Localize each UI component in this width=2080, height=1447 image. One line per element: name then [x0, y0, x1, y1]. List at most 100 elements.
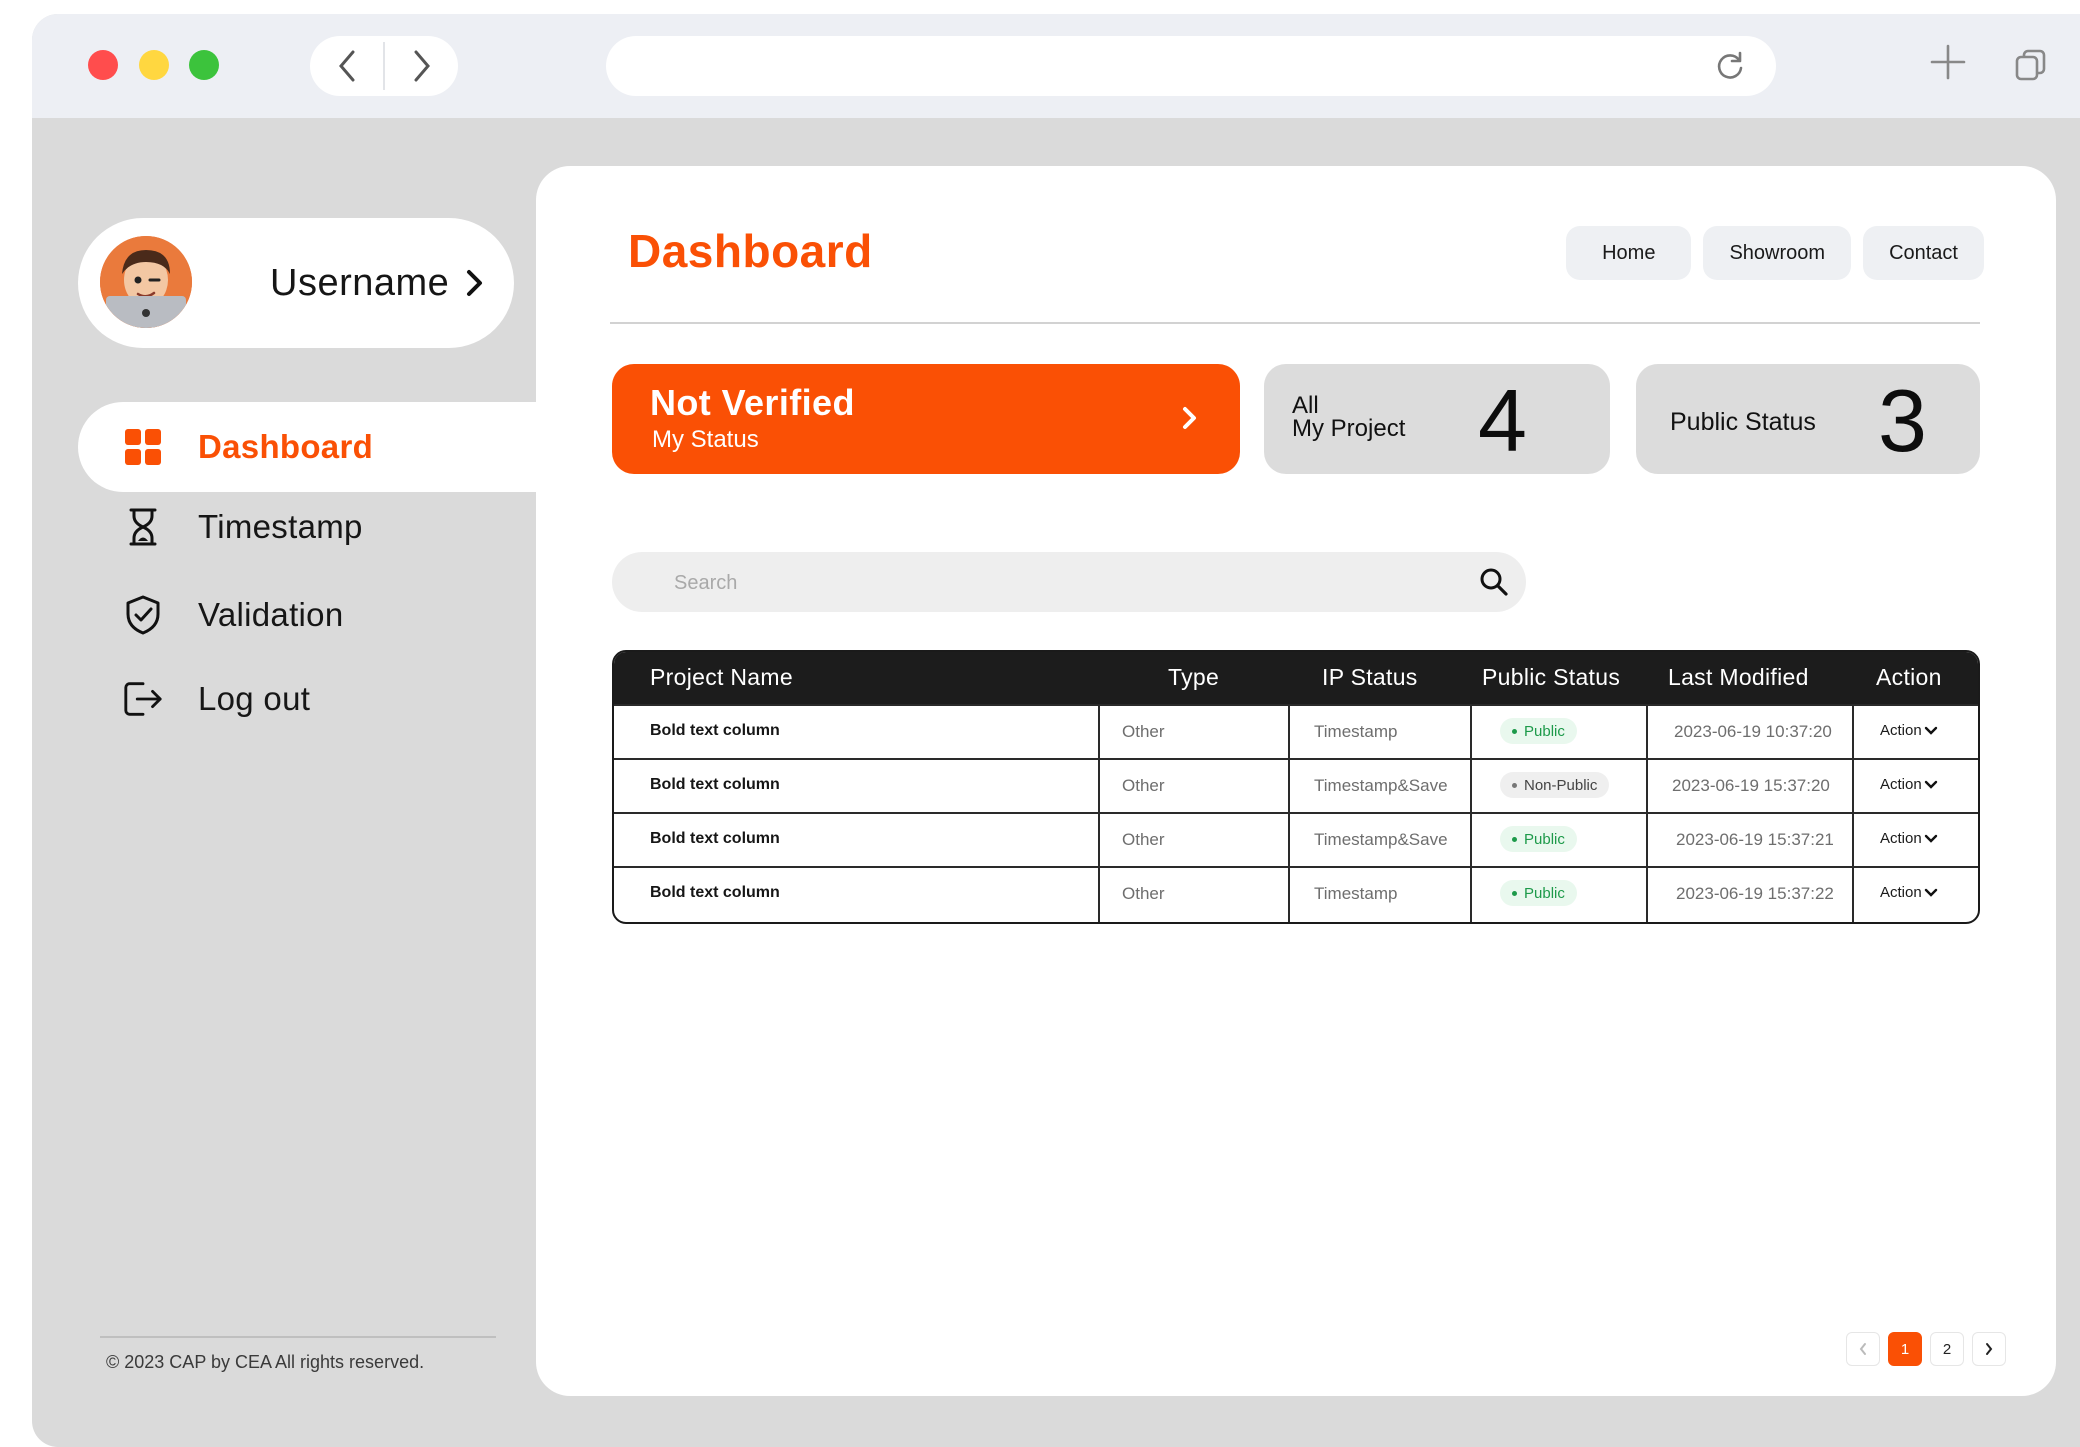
project-count-card[interactable]: All My Project 4 [1264, 364, 1610, 474]
cell-project-name: Bold text column [650, 776, 780, 793]
cell-project-name: Bold text column [650, 830, 780, 847]
reload-button[interactable] [1714, 50, 1746, 87]
status-subtitle: My Status [652, 426, 759, 453]
status-badge: Public [1500, 880, 1577, 906]
action-dropdown[interactable]: Action [1880, 722, 1938, 739]
chevron-right-icon [464, 268, 486, 303]
project-count-label-line2: My Project [1292, 415, 1406, 442]
nav-showroom-button[interactable]: Showroom [1703, 226, 1852, 280]
table-row[interactable]: Bold text column Other Timestamp Public … [614, 704, 1978, 758]
public-status-value: 3 [1878, 371, 1927, 470]
shield-check-icon [122, 594, 164, 636]
cell-type: Other [1122, 884, 1165, 903]
action-dropdown[interactable]: Action [1880, 830, 1938, 847]
cell-type: Other [1122, 722, 1165, 741]
avatar [100, 236, 192, 328]
column-header-public-status[interactable]: Public Status [1482, 664, 1620, 691]
pagination: 1 2 [1846, 1332, 2006, 1366]
public-status-card[interactable]: Public Status 3 [1636, 364, 1980, 474]
hourglass-icon [122, 506, 164, 548]
page-title: Dashboard [628, 225, 873, 277]
chevron-left-icon [338, 50, 354, 82]
nav-home-button[interactable]: Home [1566, 226, 1692, 280]
footer-divider [100, 1336, 496, 1338]
tab-overview-button[interactable] [2014, 48, 2048, 87]
cell-ip-status: Timestamp [1314, 722, 1398, 741]
cell-last-modified: 2023-06-19 15:37:20 [1672, 776, 1830, 795]
browser-toolbar [32, 14, 2080, 118]
chevron-down-icon [1924, 834, 1937, 843]
cell-ip-status: Timestamp&Save [1314, 830, 1448, 849]
cell-type: Other [1122, 776, 1165, 795]
sidebar-item-timestamp[interactable]: Timestamp [78, 482, 538, 572]
next-page-button[interactable] [1972, 1332, 2006, 1366]
user-profile-button[interactable]: Username [78, 218, 514, 348]
logout-icon [122, 678, 164, 720]
sidebar-item-logout[interactable]: Log out [78, 654, 538, 744]
action-label: Action [1880, 830, 1922, 847]
column-header-action[interactable]: Action [1876, 664, 1942, 691]
action-dropdown[interactable]: Action [1880, 884, 1938, 901]
action-dropdown[interactable]: Action [1880, 776, 1938, 793]
column-header-ip-status[interactable]: IP Status [1322, 664, 1418, 691]
back-button[interactable] [310, 36, 383, 96]
cell-last-modified: 2023-06-19 10:37:20 [1674, 722, 1832, 741]
status-title: Not Verified [650, 382, 855, 423]
minimize-window-button[interactable] [139, 50, 169, 80]
nav-contact-button[interactable]: Contact [1863, 226, 1984, 280]
status-badge: Public [1500, 826, 1577, 852]
chevron-down-icon [1924, 780, 1937, 789]
search-input[interactable] [672, 566, 1376, 600]
table-row[interactable]: Bold text column Other Timestamp&Save No… [614, 758, 1978, 812]
table-row[interactable]: Bold text column Other Timestamp Public … [614, 866, 1978, 920]
action-label: Action [1880, 722, 1922, 739]
maximize-window-button[interactable] [189, 50, 219, 80]
sidebar-item-label: Dashboard [198, 428, 374, 465]
column-header-type[interactable]: Type [1168, 664, 1219, 691]
tabs-icon [2015, 49, 2046, 81]
forward-button[interactable] [385, 36, 458, 96]
action-label: Action [1880, 884, 1922, 901]
action-label: Action [1880, 776, 1922, 793]
search-button[interactable] [1478, 566, 1510, 603]
top-navigation: Home Showroom Contact [1566, 226, 1984, 280]
sidebar-item-validation[interactable]: Validation [78, 570, 538, 660]
column-header-project-name[interactable]: Project Name [650, 664, 793, 691]
browser-window: Username Dashboard Timestamp Validation … [32, 14, 2080, 1447]
cell-project-name: Bold text column [650, 722, 780, 739]
projects-table: Project Name Type IP Status Public Statu… [612, 650, 1980, 924]
copyright-text: © 2023 CAP by CEA All rights reserved. [106, 1352, 425, 1372]
sidebar-item-label: Log out [198, 680, 311, 717]
chevron-right-icon [1986, 1343, 1993, 1355]
verification-status-card[interactable]: Not Verified My Status [612, 364, 1240, 474]
new-tab-button[interactable] [1930, 44, 1966, 85]
chevron-down-icon [1924, 726, 1937, 735]
table-header: Project Name Type IP Status Public Statu… [614, 652, 1978, 704]
chevron-right-icon [1180, 404, 1200, 437]
page-button-1[interactable]: 1 [1888, 1332, 1922, 1366]
page-button-2[interactable]: 2 [1930, 1332, 1964, 1366]
header-divider [610, 322, 1980, 324]
table-row[interactable]: Bold text column Other Timestamp&Save Pu… [614, 812, 1978, 866]
main-panel: Dashboard Home Showroom Contact Not Veri… [536, 166, 2056, 1396]
cell-last-modified: 2023-06-19 15:37:22 [1676, 884, 1834, 903]
sidebar-item-dashboard[interactable]: Dashboard [78, 402, 538, 492]
search-icon [1480, 568, 1508, 596]
column-header-last-modified[interactable]: Last Modified [1668, 664, 1809, 691]
project-count-label: All My Project [1292, 392, 1406, 442]
previous-page-button[interactable] [1846, 1332, 1880, 1366]
cell-last-modified: 2023-06-19 15:37:21 [1676, 830, 1834, 849]
search-bar [612, 552, 1526, 612]
project-count-value: 4 [1478, 371, 1527, 470]
close-window-button[interactable] [88, 50, 118, 80]
cell-ip-status: Timestamp [1314, 884, 1398, 903]
project-count-label-line1: All [1292, 392, 1319, 419]
username: Username [270, 262, 450, 304]
chevron-down-icon [1924, 888, 1937, 897]
dashboard-grid-icon [122, 426, 164, 468]
cell-ip-status: Timestamp&Save [1314, 776, 1448, 795]
sidebar-item-label: Timestamp [198, 508, 363, 545]
public-status-label: Public Status [1670, 408, 1816, 436]
sidebar-item-label: Validation [198, 596, 344, 633]
address-bar[interactable] [606, 36, 1776, 96]
